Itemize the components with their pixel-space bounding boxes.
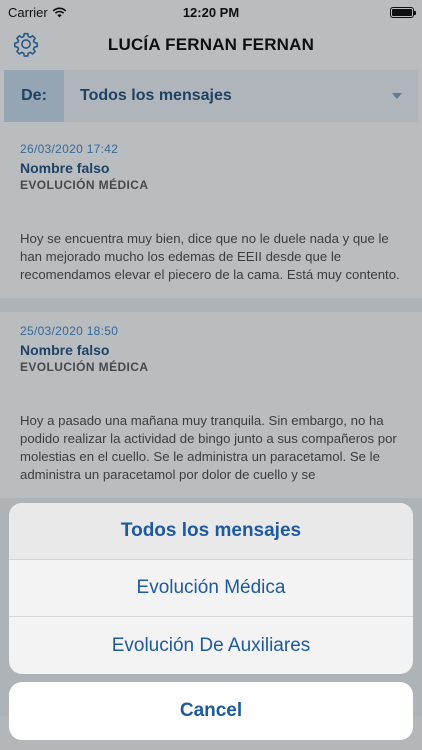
cancel-button[interactable]: Cancel (9, 682, 413, 740)
option-medical-evolution[interactable]: Evolución Médica (9, 560, 413, 617)
filter-action-sheet: Todos los mensajes Evolución Médica Evol… (9, 503, 413, 674)
option-auxiliary-evolution[interactable]: Evolución De Auxiliares (9, 617, 413, 674)
option-all-messages[interactable]: Todos los mensajes (9, 503, 413, 560)
